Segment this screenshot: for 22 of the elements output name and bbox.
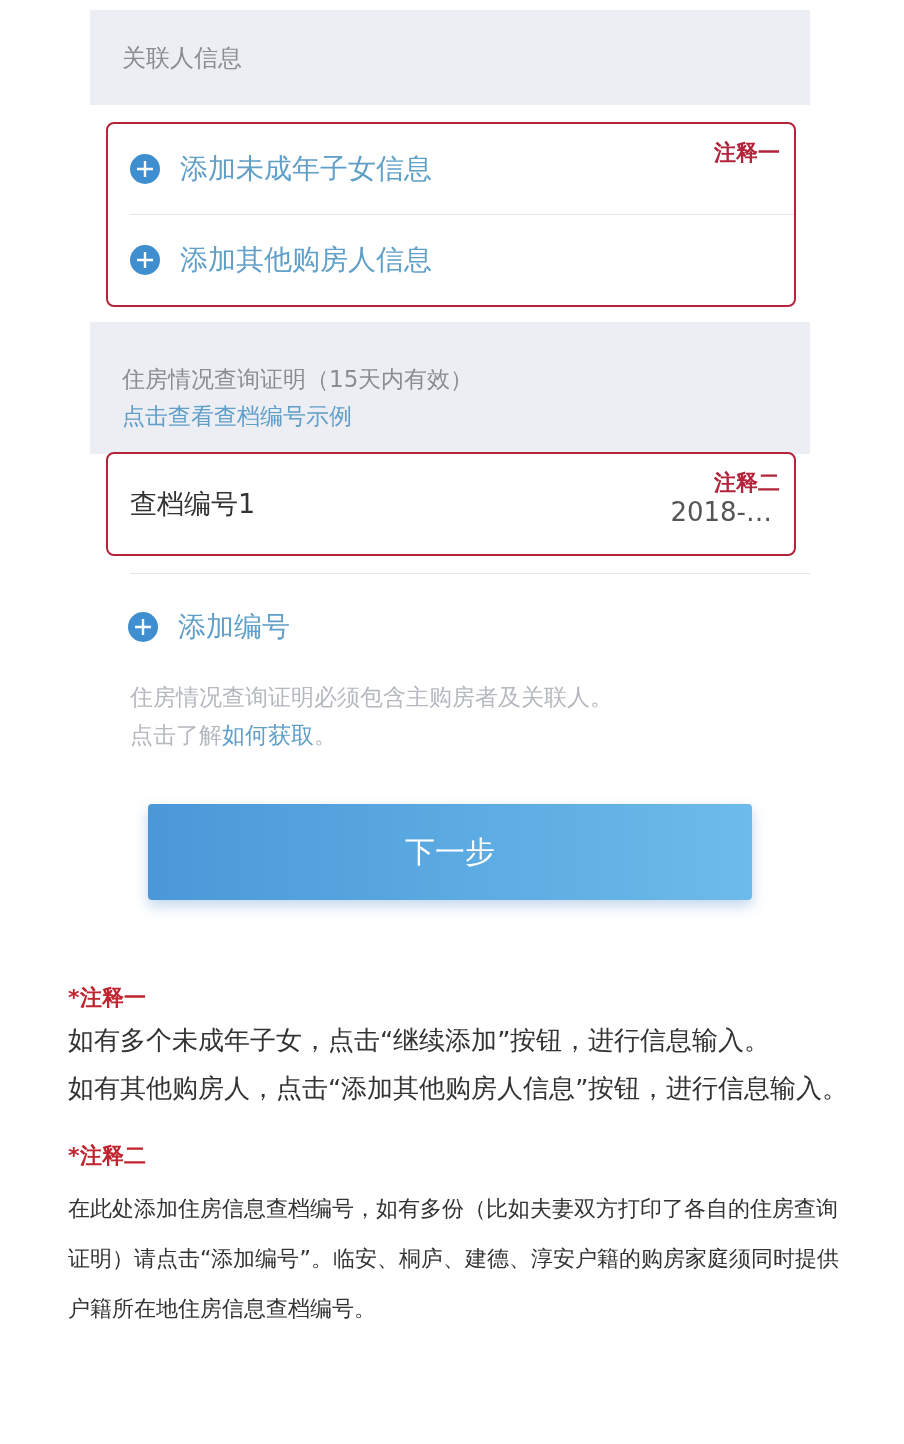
- next-button[interactable]: 下一步: [148, 804, 752, 900]
- note-title: *注释二: [68, 1142, 147, 1170]
- annotation-label: 注释一: [714, 139, 780, 167]
- add-link[interactable]: 添加其他购房人信息: [130, 215, 432, 305]
- field-value[interactable]: 2018-…: [670, 497, 772, 527]
- annotation-label: 注释二: [714, 469, 780, 497]
- note-title: *注释一: [68, 984, 147, 1012]
- example-link[interactable]: 点击查看查档编号示例: [122, 401, 810, 432]
- field-label: 查档编号1: [130, 487, 256, 521]
- note-text: 在此处添加住房信息查档编号，如有多份（比如夫妻双方打印了各自的住房查询证明）请点击“添加编号”。临安、桐庐、建德、淳安户籍的购房家庭须同时提供户籍所在地住房信息查档编号。: [68, 1195, 840, 1323]
- section-title: 关联人信息: [122, 42, 242, 74]
- hint-text: 点击了解如何获取。: [130, 721, 338, 750]
- plus-icon: [130, 245, 160, 275]
- note-text: 如有其他购房人，点击“添加其他购房人信息”按钮，进行信息输入。: [68, 1072, 850, 1105]
- hint-text: 住房情况查询证明必须包含主购房者及关联人。: [130, 683, 614, 712]
- add-link[interactable]: 添加未成年子女信息: [130, 124, 432, 214]
- plus-icon: [128, 612, 158, 642]
- plus-icon: [130, 154, 160, 184]
- note-text: 如有多个未成年子女，点击“继续添加”按钮，进行信息输入。: [68, 1024, 772, 1057]
- section-title: 住房情况查询证明（15天内有效）: [122, 365, 475, 394]
- add-link[interactable]: 添加编号: [128, 582, 290, 672]
- how-to-link[interactable]: 如何获取: [222, 722, 314, 748]
